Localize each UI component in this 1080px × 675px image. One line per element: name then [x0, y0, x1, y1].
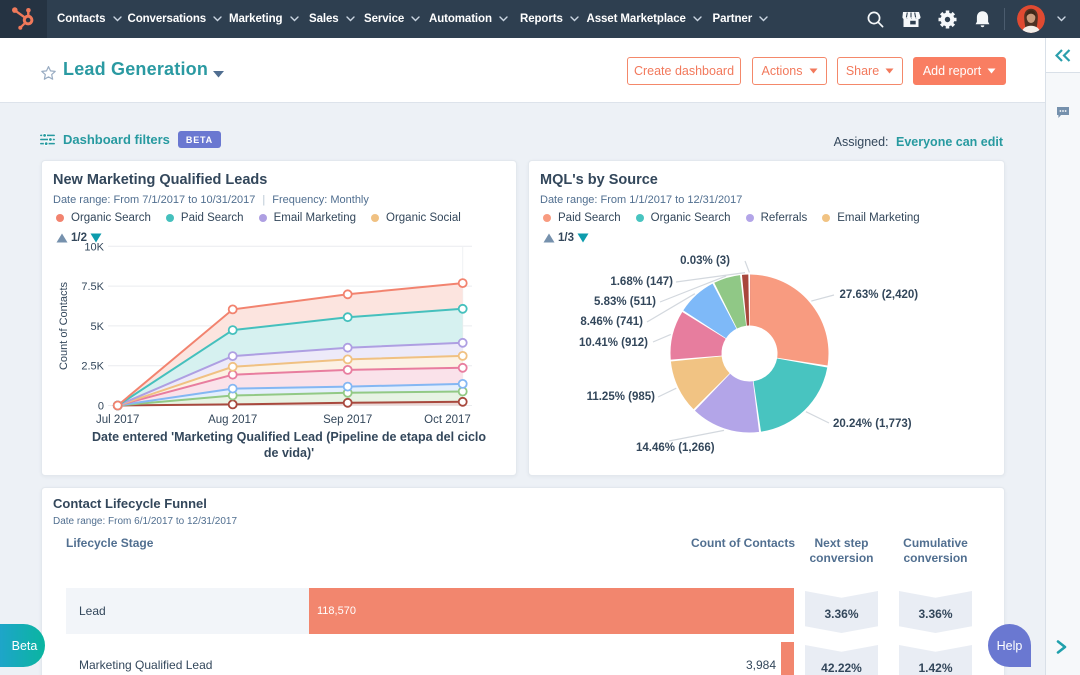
svg-text:27.63% (2,420): 27.63% (2,420) — [840, 289, 919, 301]
svg-text:2.5K: 2.5K — [81, 361, 104, 373]
svg-text:1.68% (147): 1.68% (147) — [610, 276, 673, 288]
svg-text:5K: 5K — [91, 321, 105, 333]
svg-text:11.25% (985): 11.25% (985) — [587, 391, 656, 403]
svg-text:20.24% (1,773): 20.24% (1,773) — [833, 418, 912, 430]
svg-text:10K: 10K — [84, 241, 104, 253]
svg-text:Sep 2017: Sep 2017 — [323, 414, 372, 426]
svg-text:0: 0 — [98, 401, 104, 413]
svg-text:Jul 2017: Jul 2017 — [96, 414, 139, 426]
svg-text:5.83% (511): 5.83% (511) — [594, 296, 656, 308]
svg-text:14.46% (1,266): 14.46% (1,266) — [636, 442, 715, 454]
svg-text:0.03% (3): 0.03% (3) — [680, 255, 730, 267]
svg-text:7.5K: 7.5K — [81, 281, 104, 293]
svg-text:Aug 2017: Aug 2017 — [208, 414, 257, 426]
svg-text:8.46% (741): 8.46% (741) — [580, 316, 643, 328]
svg-text:Oct 2017: Oct 2017 — [424, 414, 471, 426]
svg-text:Count of Contacts: Count of Contacts — [58, 281, 70, 370]
svg-text:10.41% (912): 10.41% (912) — [579, 337, 648, 349]
